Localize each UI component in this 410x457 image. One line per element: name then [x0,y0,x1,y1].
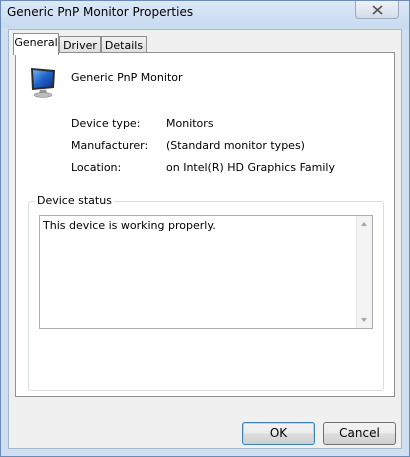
window-title: Generic PnP Monitor Properties [7,5,194,19]
manufacturer-value: (Standard monitor types) [166,139,305,152]
tab-general-label: General [14,36,58,49]
cancel-button[interactable]: Cancel [323,422,396,445]
general-tab-panel: Generic PnP Monitor Device type: Monitor… [15,52,395,397]
device-status-text: This device is working properly. [43,219,216,232]
device-name: Generic PnP Monitor [71,71,183,84]
monitor-icon [31,68,55,98]
manufacturer-label: Manufacturer: [71,139,149,152]
location-value: on Intel(R) HD Graphics Family [166,161,335,174]
close-icon [372,5,383,15]
tab-general[interactable]: General [13,33,59,55]
dialog-client-area: General Driver Details Generic PnP Monit… [8,29,402,449]
close-button[interactable] [355,1,399,19]
device-status-textbox[interactable]: This device is working properly. [39,215,373,329]
device-type-value: Monitors [166,117,214,130]
title-bar[interactable]: Generic PnP Monitor Properties [1,1,409,28]
tab-details-label: Details [104,39,144,52]
scroll-up-arrow-icon[interactable] [361,222,367,226]
device-status-legend: Device status [35,194,114,207]
status-scrollbar[interactable] [356,216,372,328]
location-label: Location: [71,161,122,174]
device-status-group: Device status This device is working pro… [28,194,384,391]
properties-window: Generic PnP Monitor Properties General D… [0,0,410,457]
device-type-label: Device type: [71,117,141,130]
ok-button[interactable]: OK [242,422,315,445]
scroll-down-arrow-icon[interactable] [361,318,367,322]
tab-driver-label: Driver [63,39,97,52]
